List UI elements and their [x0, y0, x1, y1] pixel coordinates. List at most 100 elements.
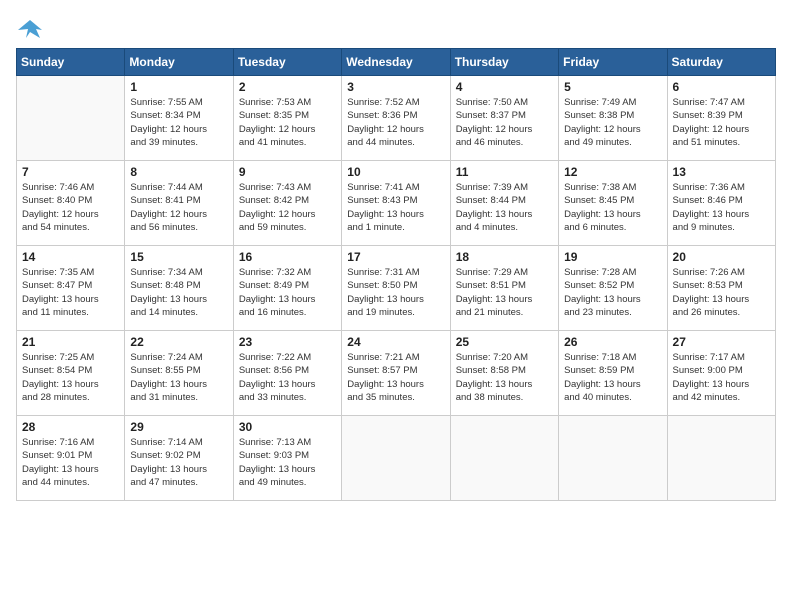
day-info: Sunrise: 7:18 AM Sunset: 8:59 PM Dayligh… [564, 351, 661, 404]
day-number: 21 [22, 335, 119, 349]
day-cell: 17 Sunrise: 7:31 AM Sunset: 8:50 PM Dayli… [342, 246, 450, 331]
day-number: 1 [130, 80, 227, 94]
day-info: Sunrise: 7:46 AM Sunset: 8:40 PM Dayligh… [22, 181, 119, 234]
day-info: Sunrise: 7:44 AM Sunset: 8:41 PM Dayligh… [130, 181, 227, 234]
day-number: 19 [564, 250, 661, 264]
day-cell: 20Sunrise: 7:26 AM Sunset: 8:53 PM Dayli… [667, 246, 775, 331]
day-cell: 1 Sunrise: 7:55 AM Sunset: 8:34 PM Daylig… [125, 76, 233, 161]
week-row-1: 1 Sunrise: 7:55 AM Sunset: 8:34 PM Daylig… [17, 76, 776, 161]
column-header-monday: Monday [125, 49, 233, 76]
day-info: Sunrise: 7:21 AM Sunset: 8:57 PM Dayligh… [347, 351, 444, 404]
day-info: Sunrise: 7:55 AM Sunset: 8:34 PM Dayligh… [130, 96, 227, 149]
day-cell: 21 Sunrise: 7:25 AM Sunset: 8:54 PM Dayli… [17, 331, 125, 416]
day-number: 20 [673, 250, 770, 264]
day-number: 10 [347, 165, 444, 179]
day-number: 14 [22, 250, 119, 264]
day-cell: 24 Sunrise: 7:21 AM Sunset: 8:57 PM Dayli… [342, 331, 450, 416]
day-info: Sunrise: 7:28 AM Sunset: 8:52 PM Dayligh… [564, 266, 661, 319]
day-number: 4 [456, 80, 553, 94]
calendar-table: SundayMondayTuesdayWednesdayThursdayFrid… [16, 48, 776, 501]
day-number: 2 [239, 80, 336, 94]
day-cell: 12 Sunrise: 7:38 AM Sunset: 8:45 PM Dayli… [559, 161, 667, 246]
day-number: 9 [239, 165, 336, 179]
day-cell: 6Sunrise: 7:47 AM Sunset: 8:39 PM Daylig… [667, 76, 775, 161]
day-number: 13 [673, 165, 770, 179]
week-row-3: 14 Sunrise: 7:35 AM Sunset: 8:47 PM Dayli… [17, 246, 776, 331]
day-cell: 27Sunrise: 7:17 AM Sunset: 9:00 PM Dayli… [667, 331, 775, 416]
day-number: 29 [130, 420, 227, 434]
day-number: 18 [456, 250, 553, 264]
header-row: SundayMondayTuesdayWednesdayThursdayFrid… [17, 49, 776, 76]
day-number: 25 [456, 335, 553, 349]
column-header-wednesday: Wednesday [342, 49, 450, 76]
day-info: Sunrise: 7:41 AM Sunset: 8:43 PM Dayligh… [347, 181, 444, 234]
day-cell: 3 Sunrise: 7:52 AM Sunset: 8:36 PM Daylig… [342, 76, 450, 161]
day-info: Sunrise: 7:50 AM Sunset: 8:37 PM Dayligh… [456, 96, 553, 149]
day-cell [17, 76, 125, 161]
week-row-5: 28Sunrise: 7:16 AM Sunset: 9:01 PM Dayli… [17, 416, 776, 501]
day-info: Sunrise: 7:17 AM Sunset: 9:00 PM Dayligh… [673, 351, 770, 404]
day-number: 7 [22, 165, 119, 179]
day-cell: 29 Sunrise: 7:14 AM Sunset: 9:02 PM Dayli… [125, 416, 233, 501]
day-info: Sunrise: 7:20 AM Sunset: 8:58 PM Dayligh… [456, 351, 553, 404]
column-header-sunday: Sunday [17, 49, 125, 76]
day-info: Sunrise: 7:29 AM Sunset: 8:51 PM Dayligh… [456, 266, 553, 319]
day-cell: 14 Sunrise: 7:35 AM Sunset: 8:47 PM Dayli… [17, 246, 125, 331]
day-cell: 22 Sunrise: 7:24 AM Sunset: 8:55 PM Dayli… [125, 331, 233, 416]
day-cell: 25 Sunrise: 7:20 AM Sunset: 8:58 PM Dayli… [450, 331, 558, 416]
day-number: 16 [239, 250, 336, 264]
day-cell: 16 Sunrise: 7:32 AM Sunset: 8:49 PM Dayli… [233, 246, 341, 331]
day-cell: 4 Sunrise: 7:50 AM Sunset: 8:37 PM Daylig… [450, 76, 558, 161]
day-info: Sunrise: 7:22 AM Sunset: 8:56 PM Dayligh… [239, 351, 336, 404]
logo [16, 16, 48, 44]
day-cell [342, 416, 450, 501]
day-cell: 28Sunrise: 7:16 AM Sunset: 9:01 PM Dayli… [17, 416, 125, 501]
day-cell: 19 Sunrise: 7:28 AM Sunset: 8:52 PM Dayli… [559, 246, 667, 331]
day-number: 12 [564, 165, 661, 179]
day-cell: 13 Sunrise: 7:36 AM Sunset: 8:46 PM Dayli… [667, 161, 775, 246]
day-cell: 8 Sunrise: 7:44 AM Sunset: 8:41 PM Daylig… [125, 161, 233, 246]
week-row-2: 7 Sunrise: 7:46 AM Sunset: 8:40 PM Daylig… [17, 161, 776, 246]
day-cell [559, 416, 667, 501]
day-number: 24 [347, 335, 444, 349]
day-number: 28 [22, 420, 119, 434]
day-cell: 15 Sunrise: 7:34 AM Sunset: 8:48 PM Dayli… [125, 246, 233, 331]
day-number: 5 [564, 80, 661, 94]
page-header [16, 16, 776, 44]
day-cell: 2 Sunrise: 7:53 AM Sunset: 8:35 PM Daylig… [233, 76, 341, 161]
day-info: Sunrise: 7:38 AM Sunset: 8:45 PM Dayligh… [564, 181, 661, 234]
day-cell: 7 Sunrise: 7:46 AM Sunset: 8:40 PM Daylig… [17, 161, 125, 246]
day-info: Sunrise: 7:31 AM Sunset: 8:50 PM Dayligh… [347, 266, 444, 319]
day-info: Sunrise: 7:14 AM Sunset: 9:02 PM Dayligh… [130, 436, 227, 489]
day-info: Sunrise: 7:25 AM Sunset: 8:54 PM Dayligh… [22, 351, 119, 404]
column-header-tuesday: Tuesday [233, 49, 341, 76]
day-info: Sunrise: 7:34 AM Sunset: 8:48 PM Dayligh… [130, 266, 227, 319]
column-header-friday: Friday [559, 49, 667, 76]
day-number: 26 [564, 335, 661, 349]
day-info: Sunrise: 7:53 AM Sunset: 8:35 PM Dayligh… [239, 96, 336, 149]
logo-bird-icon [16, 16, 44, 44]
day-number: 8 [130, 165, 227, 179]
day-cell [450, 416, 558, 501]
day-cell: 23 Sunrise: 7:22 AM Sunset: 8:56 PM Dayli… [233, 331, 341, 416]
day-info: Sunrise: 7:24 AM Sunset: 8:55 PM Dayligh… [130, 351, 227, 404]
day-info: Sunrise: 7:35 AM Sunset: 8:47 PM Dayligh… [22, 266, 119, 319]
week-row-4: 21 Sunrise: 7:25 AM Sunset: 8:54 PM Dayli… [17, 331, 776, 416]
day-cell: 18 Sunrise: 7:29 AM Sunset: 8:51 PM Dayli… [450, 246, 558, 331]
day-info: Sunrise: 7:52 AM Sunset: 8:36 PM Dayligh… [347, 96, 444, 149]
day-cell: 9Sunrise: 7:43 AM Sunset: 8:42 PM Daylig… [233, 161, 341, 246]
day-number: 22 [130, 335, 227, 349]
day-number: 17 [347, 250, 444, 264]
day-number: 30 [239, 420, 336, 434]
day-cell: 11Sunrise: 7:39 AM Sunset: 8:44 PM Dayli… [450, 161, 558, 246]
day-number: 23 [239, 335, 336, 349]
day-cell: 26 Sunrise: 7:18 AM Sunset: 8:59 PM Dayli… [559, 331, 667, 416]
day-cell: 30Sunrise: 7:13 AM Sunset: 9:03 PM Dayli… [233, 416, 341, 501]
day-info: Sunrise: 7:36 AM Sunset: 8:46 PM Dayligh… [673, 181, 770, 234]
column-header-thursday: Thursday [450, 49, 558, 76]
day-cell [667, 416, 775, 501]
day-number: 3 [347, 80, 444, 94]
column-header-saturday: Saturday [667, 49, 775, 76]
day-number: 15 [130, 250, 227, 264]
day-info: Sunrise: 7:32 AM Sunset: 8:49 PM Dayligh… [239, 266, 336, 319]
